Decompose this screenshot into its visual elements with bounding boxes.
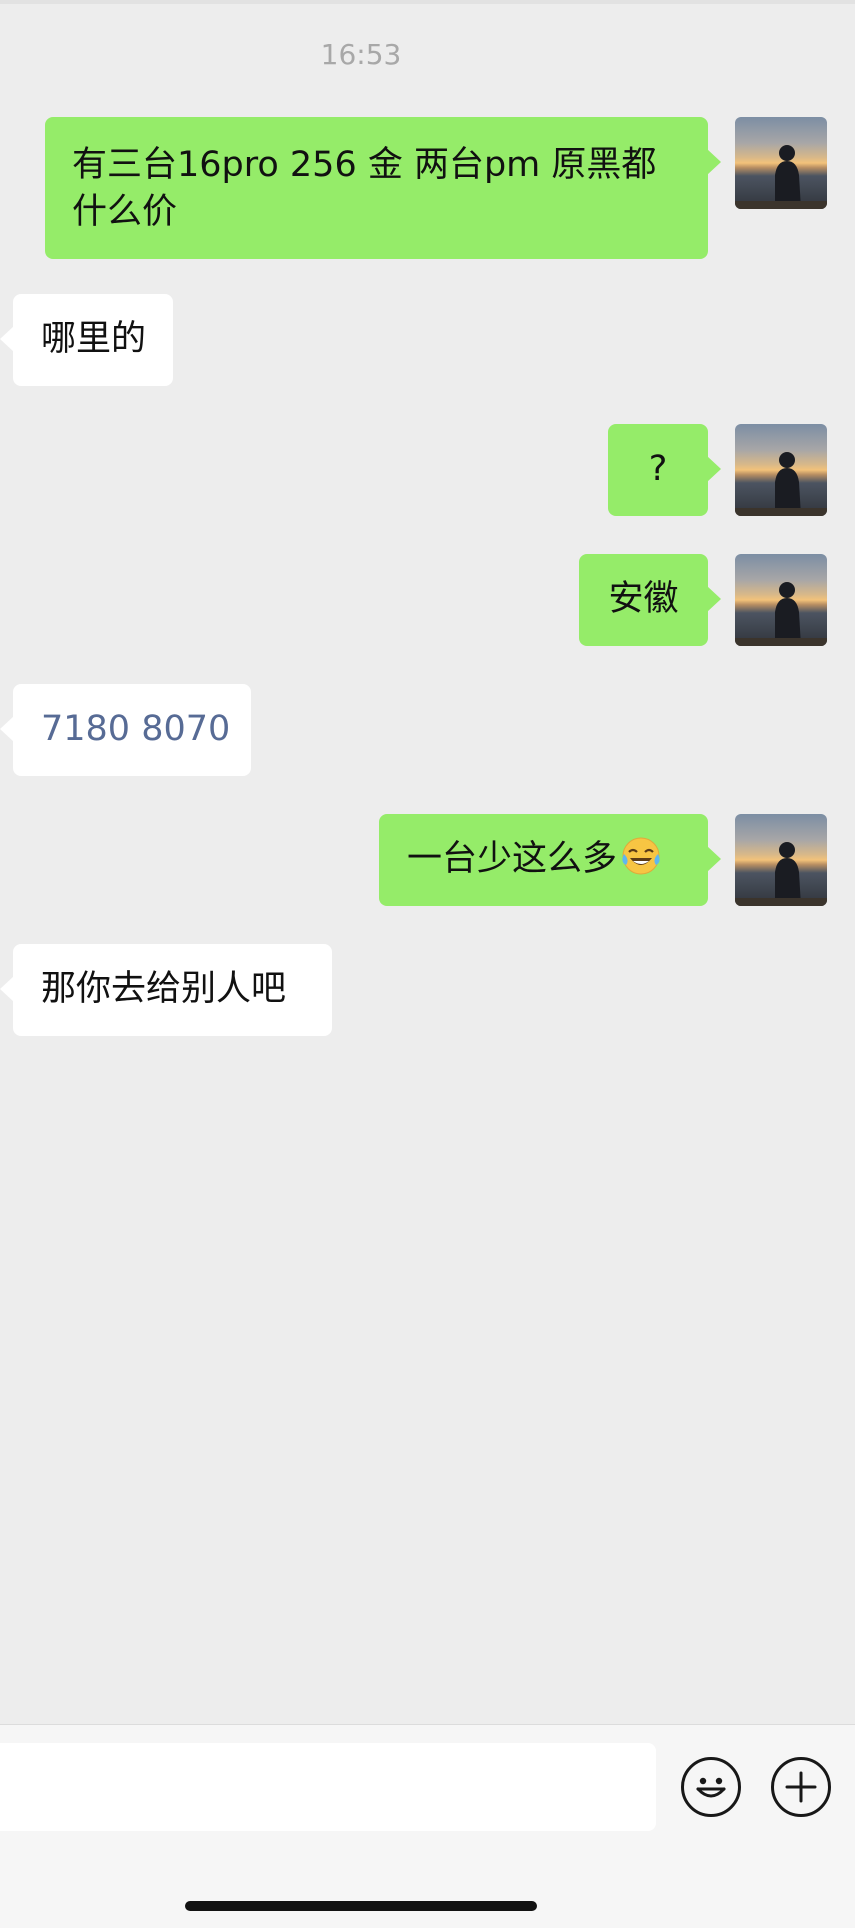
my-avatar[interactable] xyxy=(735,814,827,906)
message-bubble-received[interactable]: 7180 8070 xyxy=(0,684,251,776)
avatar-photo-icon xyxy=(735,582,827,646)
message-text: 那你去给别人吧 xyxy=(41,969,287,1009)
message-bubble-received[interactable]: 哪里的 xyxy=(0,294,174,386)
my-avatar[interactable] xyxy=(735,117,827,209)
chat-input-bar xyxy=(0,1724,855,1928)
message-bubble-sent[interactable]: 有三台16pro 256 金 两台pm 原黑都什么价 xyxy=(45,117,721,259)
avatar-photo-icon xyxy=(735,145,827,209)
message-bubble-sent[interactable]: 一台少这么多 xyxy=(379,814,721,906)
message-text: 哪里的 xyxy=(41,319,147,359)
message-text: ? xyxy=(648,449,668,489)
message-number-text[interactable]: 7180 8070 xyxy=(41,706,251,753)
message-text: 一台少这么多 xyxy=(407,839,618,879)
my-avatar[interactable] xyxy=(735,424,827,516)
home-indicator[interactable] xyxy=(185,1901,537,1911)
avatar-photo-icon xyxy=(735,452,827,516)
message-text: 有三台16pro 256 金 两台pm 原黑都什么价 xyxy=(72,145,657,232)
chat-timestamp: 16:53 xyxy=(320,38,402,71)
message-bubble-sent[interactable]: ? xyxy=(608,424,721,516)
message-bubble-sent[interactable]: 安徽 xyxy=(579,554,721,646)
emoji-button-icon[interactable] xyxy=(681,1757,741,1817)
my-avatar[interactable] xyxy=(735,554,827,646)
message-input[interactable] xyxy=(0,1743,656,1831)
avatar-photo-icon xyxy=(735,842,827,906)
face-with-tears-of-joy-emoji xyxy=(622,837,660,875)
message-text: 安徽 xyxy=(608,579,679,619)
message-bubble-received[interactable]: 那你去给别人吧 xyxy=(0,944,332,1036)
plus-button-icon[interactable] xyxy=(771,1757,831,1817)
top-divider xyxy=(0,0,855,4)
